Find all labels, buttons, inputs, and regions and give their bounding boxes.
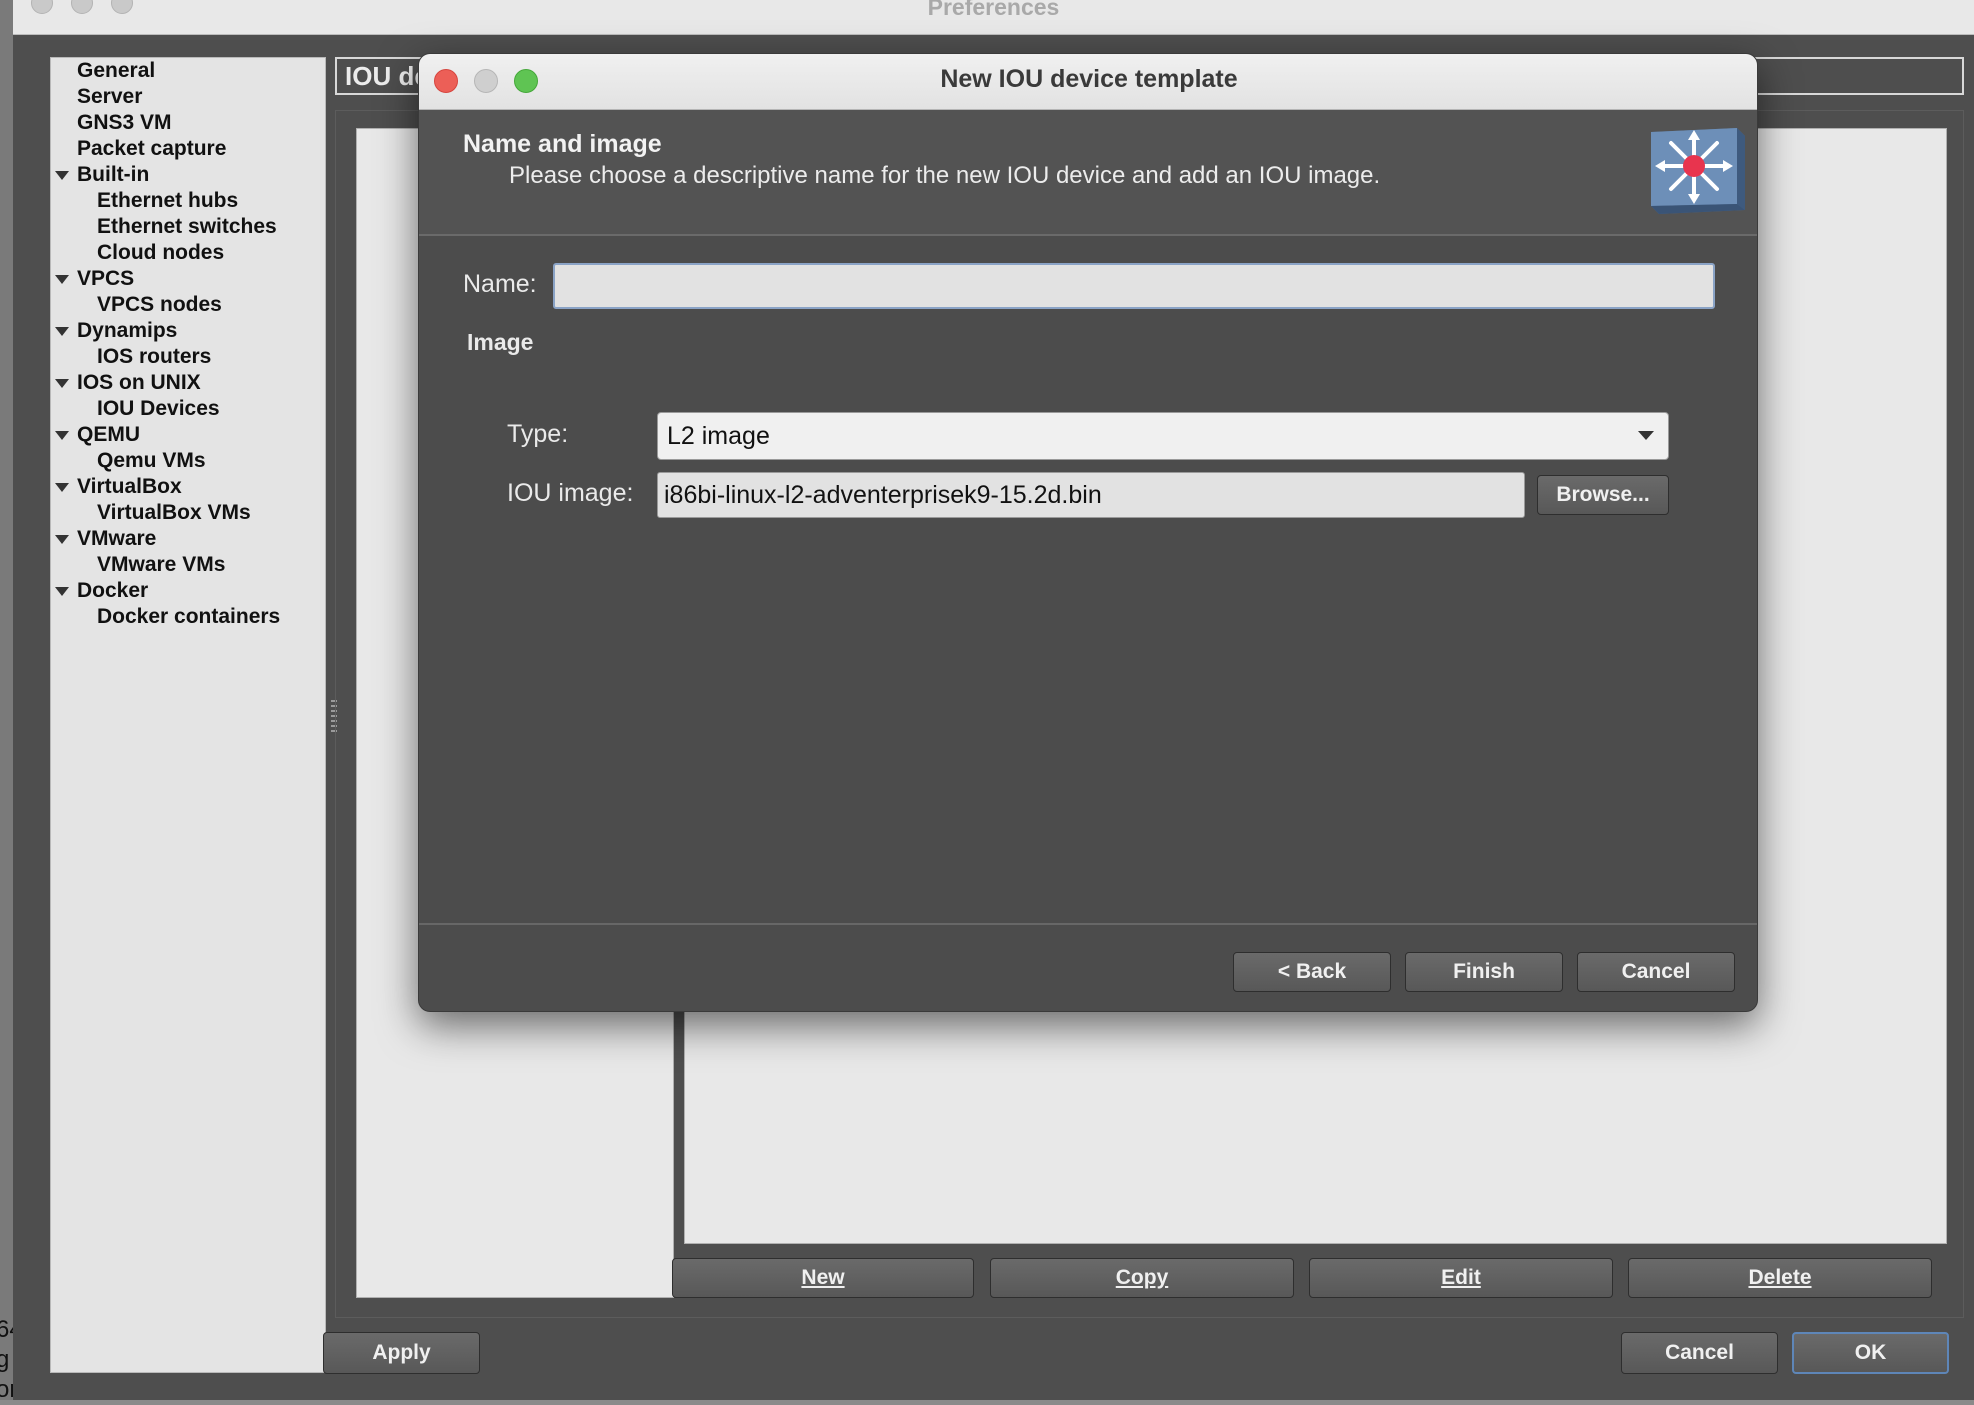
- sidebar-item-vpcs-nodes[interactable]: VPCS nodes: [97, 292, 222, 318]
- dialog-titlebar: New IOU device template: [419, 54, 1757, 110]
- expand-arrow-icon[interactable]: [55, 171, 69, 180]
- sidebar-item-vpcs[interactable]: VPCS: [77, 266, 134, 292]
- apply-button[interactable]: Apply: [323, 1332, 480, 1374]
- expand-arrow-icon[interactable]: [55, 275, 69, 284]
- dialog-cancel-button[interactable]: Cancel: [1577, 952, 1735, 992]
- iou-image-input[interactable]: [657, 472, 1525, 518]
- copy-button[interactable]: Copy: [990, 1258, 1294, 1298]
- sidebar-item-ios-on-unix[interactable]: IOS on UNIX: [77, 370, 201, 396]
- ok-button[interactable]: OK: [1792, 1332, 1949, 1374]
- wizard-page-subtitle: Please choose a descriptive name for the…: [509, 162, 1381, 189]
- sidebar-item-iou-devices[interactable]: IOU Devices: [97, 396, 220, 422]
- sidebar-item-built-in[interactable]: Built-in: [77, 162, 149, 188]
- sidebar-item-vmware[interactable]: VMware: [77, 526, 156, 552]
- sidebar-item-ethernet-switches[interactable]: Ethernet switches: [97, 214, 277, 240]
- preferences-cancel-button[interactable]: Cancel: [1621, 1332, 1778, 1374]
- sidebar-item-ios-routers[interactable]: IOS routers: [97, 344, 211, 370]
- expand-arrow-icon[interactable]: [55, 327, 69, 336]
- back-button[interactable]: < Back: [1233, 952, 1391, 992]
- expand-arrow-icon[interactable]: [55, 483, 69, 492]
- preferences-sidebar: General Server GNS3 VM Packet capture Bu…: [50, 57, 326, 1373]
- sidebar-item-server[interactable]: Server: [77, 84, 142, 110]
- new-button[interactable]: New: [672, 1258, 974, 1298]
- new-button-label: New: [801, 1266, 845, 1289]
- preferences-titlebar: Preferences: [13, 0, 1974, 35]
- name-label: Name:: [463, 270, 537, 298]
- expand-arrow-icon[interactable]: [55, 431, 69, 440]
- background-window-strip: 64 g on issues: [0, 0, 97, 1403]
- image-group-label: Image: [467, 329, 534, 355]
- dropdown-arrow-icon: [1638, 431, 1654, 440]
- delete-button-label: Delete: [1748, 1266, 1812, 1289]
- header-separator: [419, 234, 1757, 236]
- edit-button[interactable]: Edit: [1309, 1258, 1613, 1298]
- sidebar-item-docker-containers[interactable]: Docker containers: [97, 604, 280, 630]
- edit-button-label: Edit: [1441, 1266, 1481, 1289]
- sidebar-item-virtualbox-vms[interactable]: VirtualBox VMs: [97, 500, 251, 526]
- dialog-title: New IOU device template: [940, 65, 1238, 93]
- name-input[interactable]: [553, 263, 1715, 309]
- browse-button[interactable]: Browse...: [1537, 475, 1669, 515]
- wizard-header: Name and image Please choose a descripti…: [419, 110, 1757, 234]
- sidebar-item-cloud-nodes[interactable]: Cloud nodes: [97, 240, 224, 266]
- type-label: Type:: [507, 420, 569, 448]
- sidebar-item-vmware-vms[interactable]: VMware VMs: [97, 552, 225, 578]
- wizard-page-title: Name and image: [463, 130, 662, 158]
- delete-button[interactable]: Delete: [1628, 1258, 1932, 1298]
- iou-image-label: IOU image:: [507, 479, 634, 507]
- sidebar-item-qemu-vms[interactable]: Qemu VMs: [97, 448, 206, 474]
- type-dropdown-value: L2 image: [667, 421, 770, 450]
- expand-arrow-icon[interactable]: [55, 587, 69, 596]
- sidebar-item-ethernet-hubs[interactable]: Ethernet hubs: [97, 188, 238, 214]
- footer-separator: [419, 923, 1757, 925]
- sidebar-item-qemu[interactable]: QEMU: [77, 422, 140, 448]
- sidebar-item-virtualbox[interactable]: VirtualBox: [77, 474, 182, 500]
- sidebar-item-general[interactable]: General: [77, 58, 155, 84]
- copy-button-label: Copy: [1115, 1266, 1169, 1289]
- network-switch-icon: [1647, 122, 1747, 218]
- sidebar-item-dynamips[interactable]: Dynamips: [77, 318, 177, 344]
- type-dropdown[interactable]: L2 image: [657, 412, 1669, 460]
- finish-button[interactable]: Finish: [1405, 952, 1563, 992]
- expand-arrow-icon[interactable]: [55, 379, 69, 388]
- preferences-title: Preferences: [927, 0, 1060, 20]
- sidebar-item-docker[interactable]: Docker: [77, 578, 148, 604]
- sidebar-item-gns3-vm[interactable]: GNS3 VM: [77, 110, 172, 136]
- sidebar-item-packet-capture[interactable]: Packet capture: [77, 136, 226, 162]
- expand-arrow-icon[interactable]: [55, 535, 69, 544]
- new-iou-template-dialog: New IOU device template Name and image P…: [418, 53, 1758, 1012]
- group-box-title: IOU de: [345, 61, 429, 91]
